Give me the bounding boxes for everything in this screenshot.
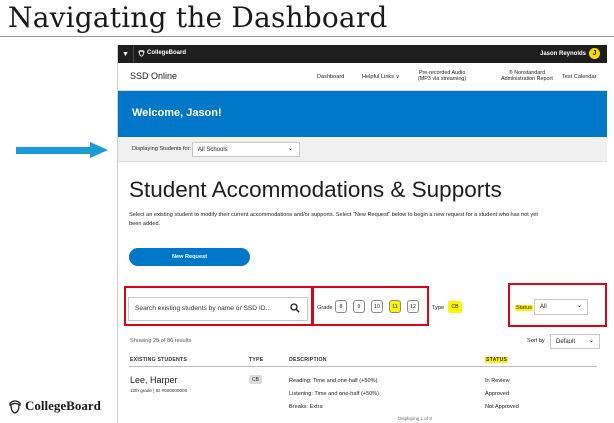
page-description: Select an existing student to modify the… xyxy=(129,212,538,227)
chevron-down-icon[interactable]: ▼ xyxy=(118,45,134,63)
column-header-type[interactable]: TYPE xyxy=(249,357,263,363)
results-count: Showing 25 of 86 results xyxy=(130,338,192,344)
nav-prerecorded-audio[interactable]: Pre-recorded Audio (MP3 via streaming) xyxy=(418,70,466,82)
school-select-value: All Schools xyxy=(198,147,228,153)
nav-nonstandard-report[interactable]: ® Nonstandard Administration Report xyxy=(501,70,553,82)
nav-audio-line2: (MP3 via streaming) xyxy=(418,76,467,82)
acorn-icon xyxy=(138,49,145,57)
new-request-button[interactable]: New Request xyxy=(129,248,250,266)
collegeboard-logo[interactable]: CollegeBoard xyxy=(138,49,186,57)
nav-report-line2: Administration Report xyxy=(501,76,553,82)
app-name: SSD Online xyxy=(130,71,178,81)
chevron-down-icon: ⌄ xyxy=(287,146,293,152)
slide-divider xyxy=(0,36,614,37)
table-divider xyxy=(129,366,597,367)
status-value: In Review xyxy=(485,378,510,384)
status-value: Approved xyxy=(485,391,509,397)
nav-dashboard[interactable]: Dashboard xyxy=(317,74,344,80)
footer-logo: CollegeBoard xyxy=(8,398,101,414)
status-value: Not Approved xyxy=(485,404,519,410)
site-nav: SSD Online Dashboard Helpful Links ∨ Pre… xyxy=(118,63,607,91)
logo-text: CollegeBoard xyxy=(147,50,187,56)
page-title: Student Accommodations & Supports xyxy=(129,177,502,202)
welcome-banner: Welcome, Jason! xyxy=(118,91,607,137)
dashboard-screenshot: ▼ CollegeBoard Jason Reynolds J SSD Onli… xyxy=(117,45,607,423)
global-header: ▼ CollegeBoard Jason Reynolds J xyxy=(118,45,607,63)
annotation-box-search xyxy=(124,286,314,326)
pagination-text: Displaying 1 of 3 xyxy=(398,416,432,421)
user-name: Jason Reynolds xyxy=(539,50,586,57)
school-select[interactable]: All Schools ⌄ xyxy=(192,142,300,157)
nav-test-calendar[interactable]: Test Calendar xyxy=(562,74,597,80)
column-header-status[interactable]: STATUS xyxy=(485,357,509,363)
annotation-box-grade xyxy=(311,286,429,326)
arrow-head xyxy=(90,142,108,158)
school-filter-label: Displaying Students for: xyxy=(132,146,192,152)
type-filter-label: Type xyxy=(432,305,445,311)
arrow-shaft xyxy=(16,147,92,154)
pointer-arrow-icon xyxy=(16,142,108,158)
annotation-box-status xyxy=(508,283,607,327)
slide-title: Navigating the Dashboard xyxy=(8,1,388,34)
student-name[interactable]: Lee, Harper xyxy=(130,375,178,385)
sort-select-value: Default xyxy=(556,339,576,345)
sort-label: Sort by xyxy=(527,338,545,344)
description-item: Reading: Time and one-half (+50%) xyxy=(289,378,378,384)
user-menu[interactable]: Jason Reynolds J xyxy=(540,48,600,59)
avatar: J xyxy=(589,48,600,59)
footer-logo-text: CollegeBoard xyxy=(25,398,101,413)
welcome-heading: Welcome, Jason! xyxy=(132,107,222,119)
acorn-icon xyxy=(9,399,21,414)
school-filter-bar: Displaying Students for: All Schools ⌄ xyxy=(118,137,607,162)
column-header-students[interactable]: EXISTING STUDENTS xyxy=(130,357,187,363)
description-item: Listening: Time and one-half (+50%) xyxy=(289,391,380,397)
nav-helpful-links[interactable]: Helpful Links ∨ xyxy=(362,74,400,80)
type-badge: CB xyxy=(249,375,262,384)
description-item: Breaks: Extra xyxy=(289,404,323,410)
sort-select[interactable]: Default ⌄ xyxy=(550,334,600,349)
column-header-description[interactable]: DESCRIPTION xyxy=(289,357,327,363)
type-chip-cb[interactable]: CB xyxy=(448,301,462,313)
chevron-down-icon: ⌄ xyxy=(588,338,594,344)
student-meta: 12th grade | ID #000000000 xyxy=(130,388,188,393)
